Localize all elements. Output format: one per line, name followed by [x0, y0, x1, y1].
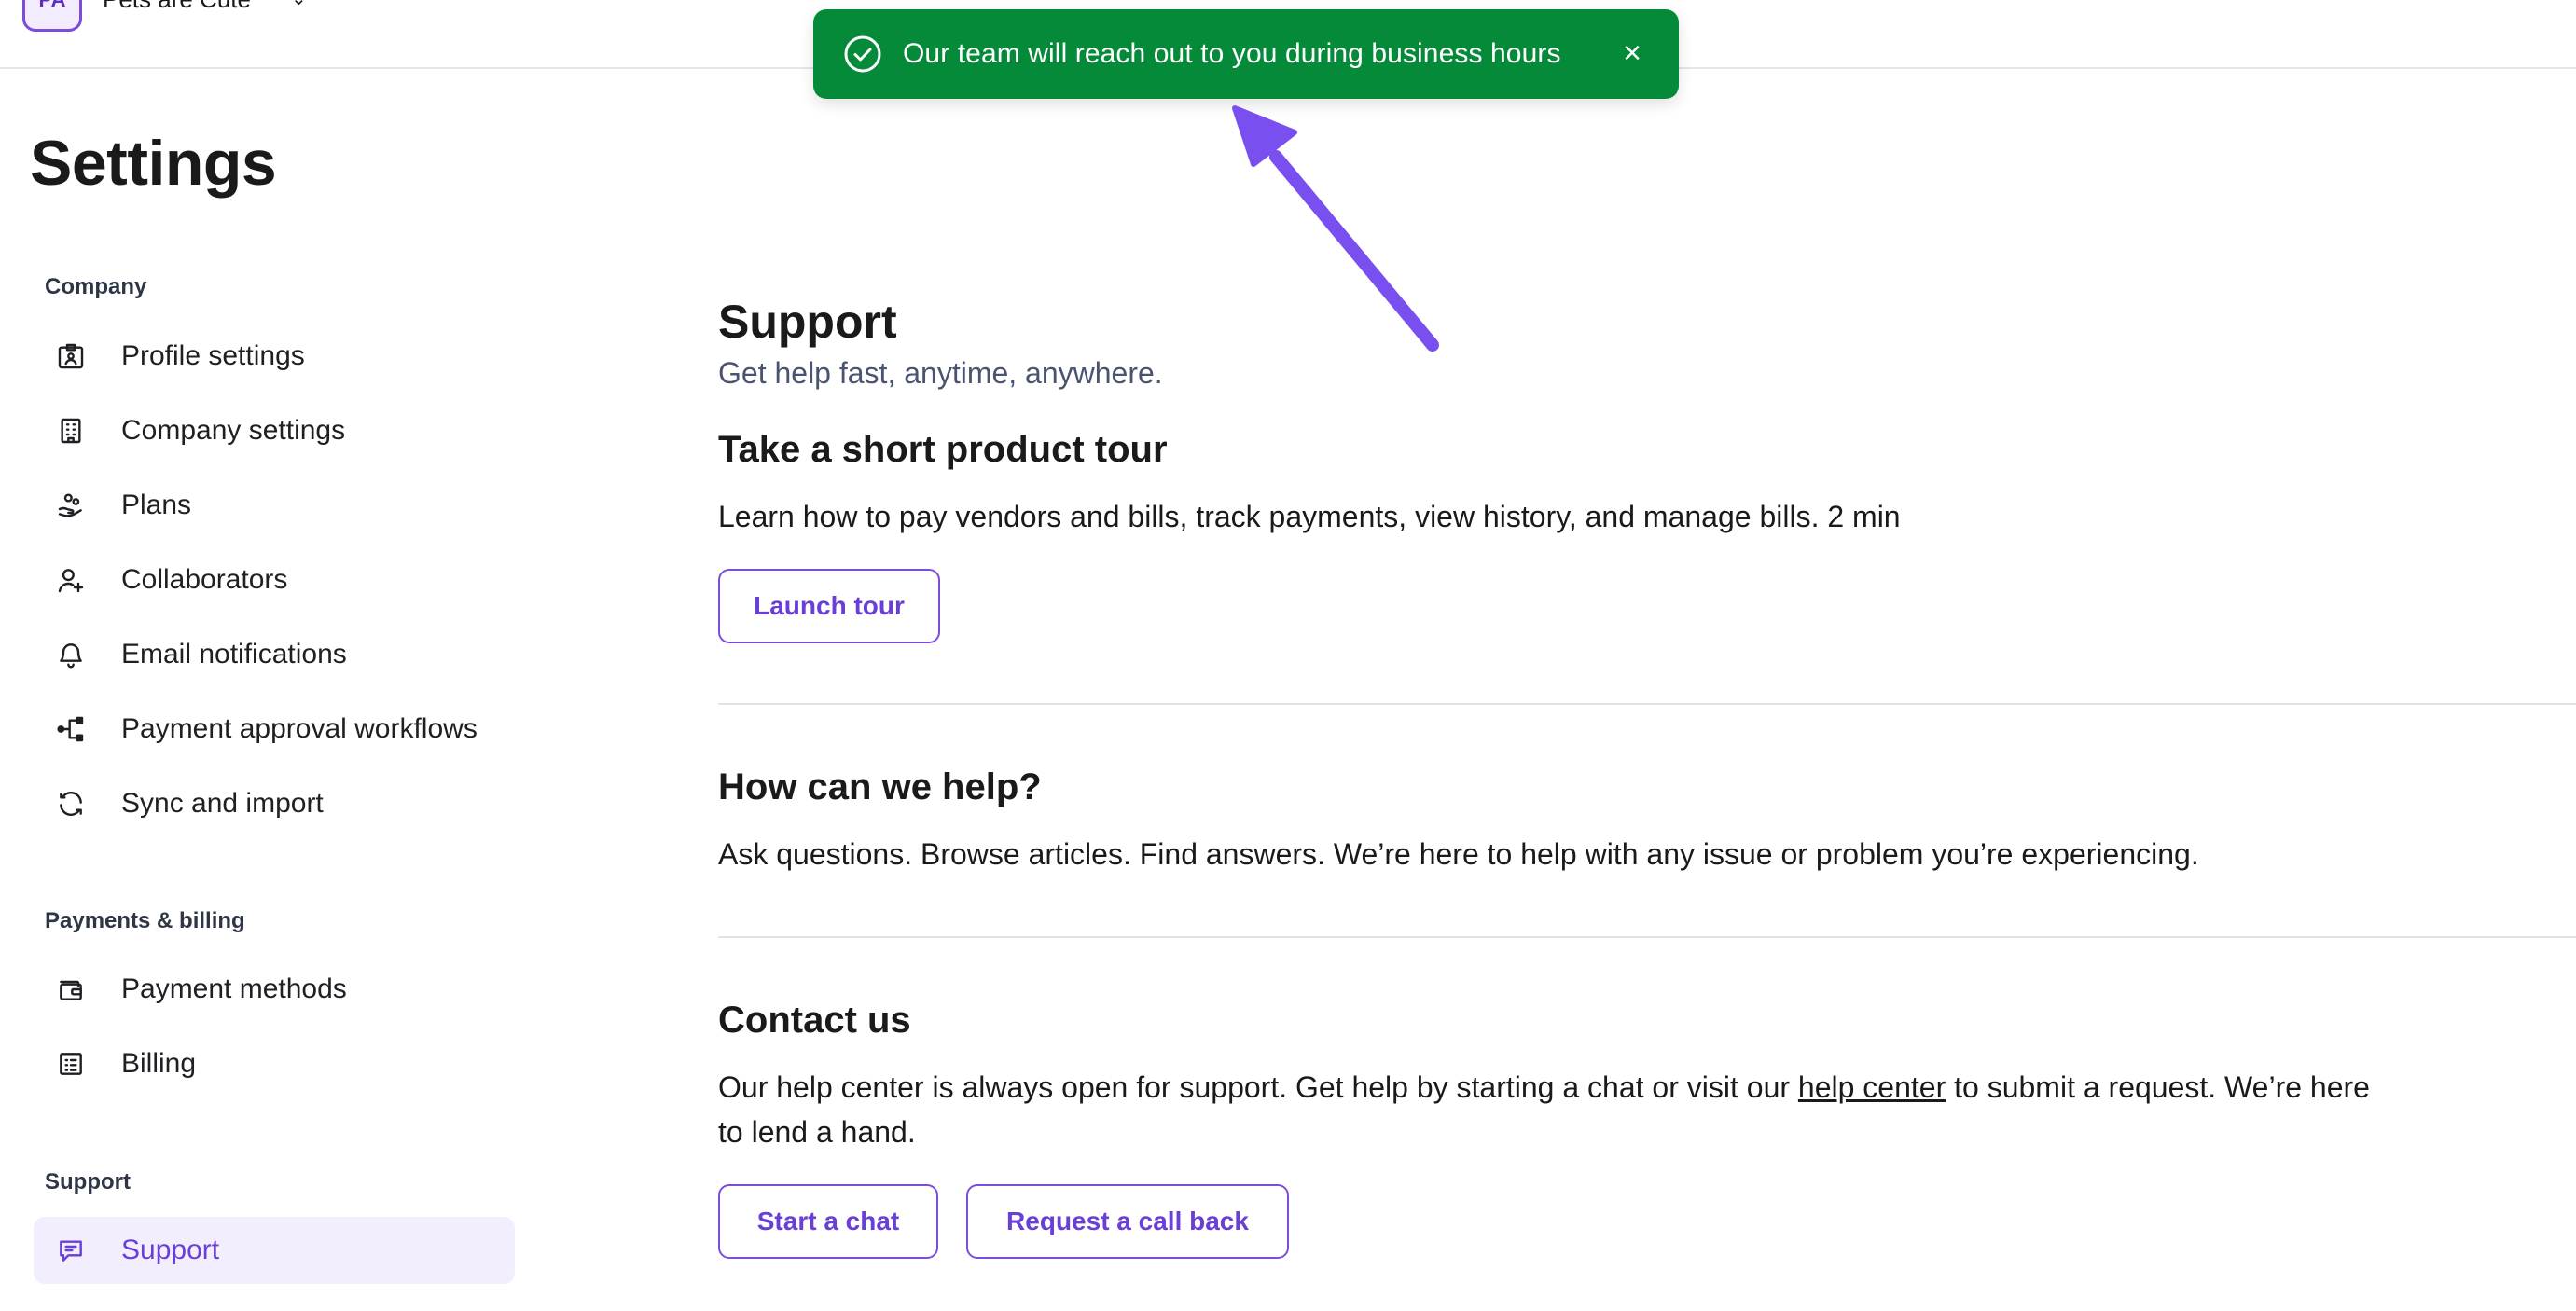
building-icon	[56, 416, 86, 446]
sidebar-section-support: Support	[45, 1169, 131, 1194]
start-chat-button[interactable]: Start a chat	[718, 1184, 938, 1259]
sidebar-item-support[interactable]: Support	[34, 1217, 515, 1284]
support-title: Support	[718, 296, 897, 348]
tour-heading: Take a short product tour	[718, 429, 1168, 470]
contact-description-line2: to lend a hand.	[718, 1115, 916, 1149]
sidebar-item-payment-approval-workflows[interactable]: Payment approval workflows	[34, 696, 515, 763]
workflow-icon	[56, 714, 86, 744]
close-icon[interactable]: ×	[1623, 37, 1641, 69]
sidebar-item-email-notifications[interactable]: Email notifications	[34, 621, 515, 688]
help-center-link[interactable]: help center	[1798, 1070, 1946, 1104]
sidebar-section-company: Company	[45, 274, 147, 299]
sidebar-item-collaborators[interactable]: Collaborators	[34, 546, 515, 614]
sidebar-item-billing[interactable]: Billing	[34, 1030, 515, 1097]
chat-icon	[56, 1235, 86, 1265]
page-title: Settings	[30, 128, 277, 199]
sidebar-item-label: Billing	[121, 1048, 197, 1079]
help-heading: How can we help?	[718, 766, 1042, 807]
sidebar-item-label: Email notifications	[121, 639, 347, 669]
id-card-icon	[56, 341, 86, 371]
hand-coins-icon	[56, 490, 86, 520]
chevron-down-icon[interactable]: ⌄	[291, 0, 307, 10]
bell-icon	[56, 640, 86, 669]
company-avatar[interactable]: PA	[22, 0, 82, 32]
tour-description: Learn how to pay vendors and bills, trac…	[718, 500, 1901, 533]
sidebar-item-label: Company settings	[121, 415, 346, 446]
sidebar-item-label: Payment methods	[121, 973, 347, 1004]
contact-text: Our help center is always open for suppo…	[718, 1070, 1798, 1104]
receipt-icon	[56, 1049, 86, 1079]
sync-icon	[56, 789, 86, 819]
sidebar-item-payment-methods[interactable]: Payment methods	[34, 956, 515, 1023]
check-circle-icon	[843, 34, 882, 74]
support-subtitle: Get help fast, anytime, anywhere.	[718, 356, 1163, 390]
success-toast: Our team will reach out to you during bu…	[813, 9, 1679, 99]
wallet-icon	[56, 974, 86, 1004]
sidebar-item-label: Collaborators	[121, 564, 288, 595]
help-description: Ask questions. Browse articles. Find ans…	[718, 837, 2199, 871]
sidebar-item-sync-and-import[interactable]: Sync and import	[34, 770, 515, 837]
sidebar-item-label: Support	[121, 1235, 220, 1265]
sidebar-item-company-settings[interactable]: Company settings	[34, 397, 515, 464]
request-call-back-button[interactable]: Request a call back	[966, 1184, 1289, 1259]
sidebar-item-profile-settings[interactable]: Profile settings	[34, 323, 515, 390]
company-switcher-name[interactable]: Pets are Cute	[103, 0, 251, 14]
sidebar-item-label: Sync and import	[121, 788, 324, 819]
sidebar-item-label: Profile settings	[121, 340, 305, 371]
launch-tour-button[interactable]: Launch tour	[718, 569, 940, 643]
sidebar-item-label: Payment approval workflows	[121, 713, 478, 744]
section-divider	[718, 936, 2576, 938]
sidebar-item-label: Plans	[121, 490, 192, 520]
section-divider	[718, 703, 2576, 705]
contact-description: Our help center is always open for suppo…	[718, 1065, 2370, 1110]
sidebar-section-payments-billing: Payments & billing	[45, 908, 245, 933]
user-plus-icon	[56, 565, 86, 595]
contact-heading: Contact us	[718, 1000, 911, 1041]
sidebar-item-plans[interactable]: Plans	[34, 472, 515, 539]
contact-text: to submit a request. We’re here	[1946, 1070, 2370, 1104]
toast-message: Our team will reach out to you during bu…	[903, 38, 1561, 69]
